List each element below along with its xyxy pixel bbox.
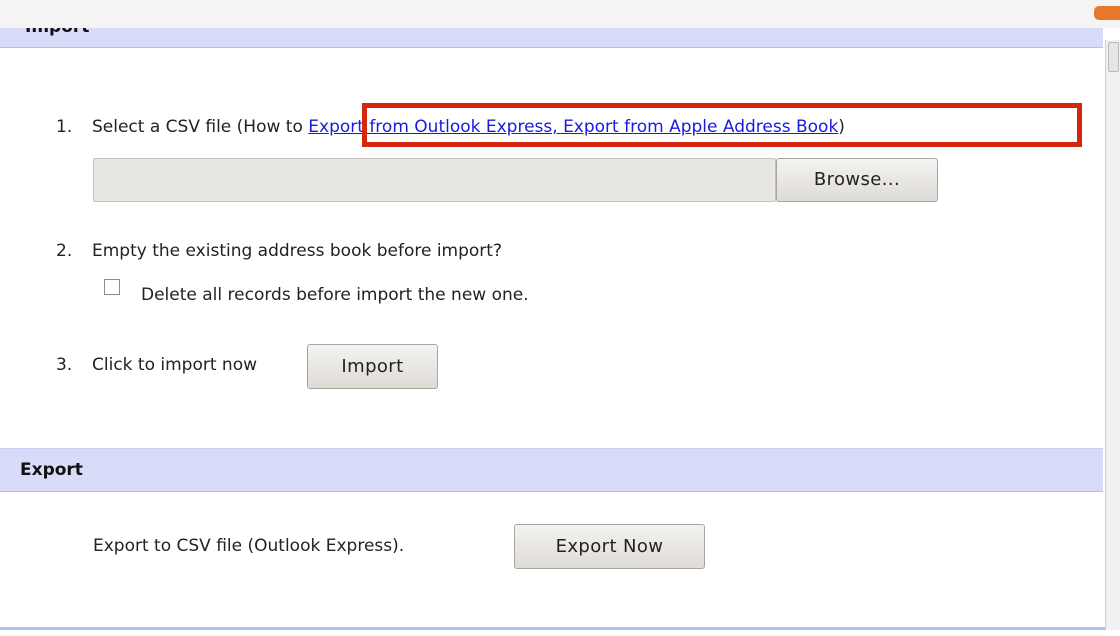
export-section-title: Export bbox=[20, 460, 83, 480]
export-section-header: Export bbox=[0, 448, 1103, 492]
export-now-button[interactable]: Export Now bbox=[514, 524, 705, 569]
step-text: Select a CSV file (How to bbox=[92, 117, 309, 137]
export-description: Export to CSV file (Outlook Express). bbox=[93, 536, 405, 556]
step-text: Click to import now bbox=[92, 355, 257, 375]
top-toolbar-strip bbox=[0, 0, 1120, 28]
scroll-up-arrow-icon[interactable] bbox=[1108, 42, 1119, 72]
highlight-annotation-box bbox=[362, 103, 1082, 147]
step-number: 1. bbox=[56, 117, 73, 137]
csv-file-input[interactable] bbox=[93, 158, 776, 202]
import-section-title: Import bbox=[25, 28, 89, 37]
delete-records-label[interactable]: Delete all records before import the new… bbox=[141, 285, 529, 305]
browse-button[interactable]: Browse... bbox=[776, 158, 938, 202]
step-number: 2. bbox=[56, 241, 73, 261]
delete-records-checkbox[interactable] bbox=[104, 279, 120, 295]
close-icon[interactable] bbox=[1094, 6, 1120, 20]
import-section-header: Import bbox=[0, 28, 1103, 48]
step-number: 3. bbox=[56, 355, 73, 375]
step-import-now: 3. Click to import now bbox=[56, 355, 257, 375]
step-empty-address-book: 2. Empty the existing address book before… bbox=[56, 241, 502, 261]
section-divider bbox=[0, 627, 1105, 630]
import-button[interactable]: Import bbox=[307, 344, 438, 389]
step-text: Empty the existing address book before i… bbox=[92, 241, 502, 261]
vertical-scrollbar[interactable] bbox=[1105, 40, 1120, 630]
